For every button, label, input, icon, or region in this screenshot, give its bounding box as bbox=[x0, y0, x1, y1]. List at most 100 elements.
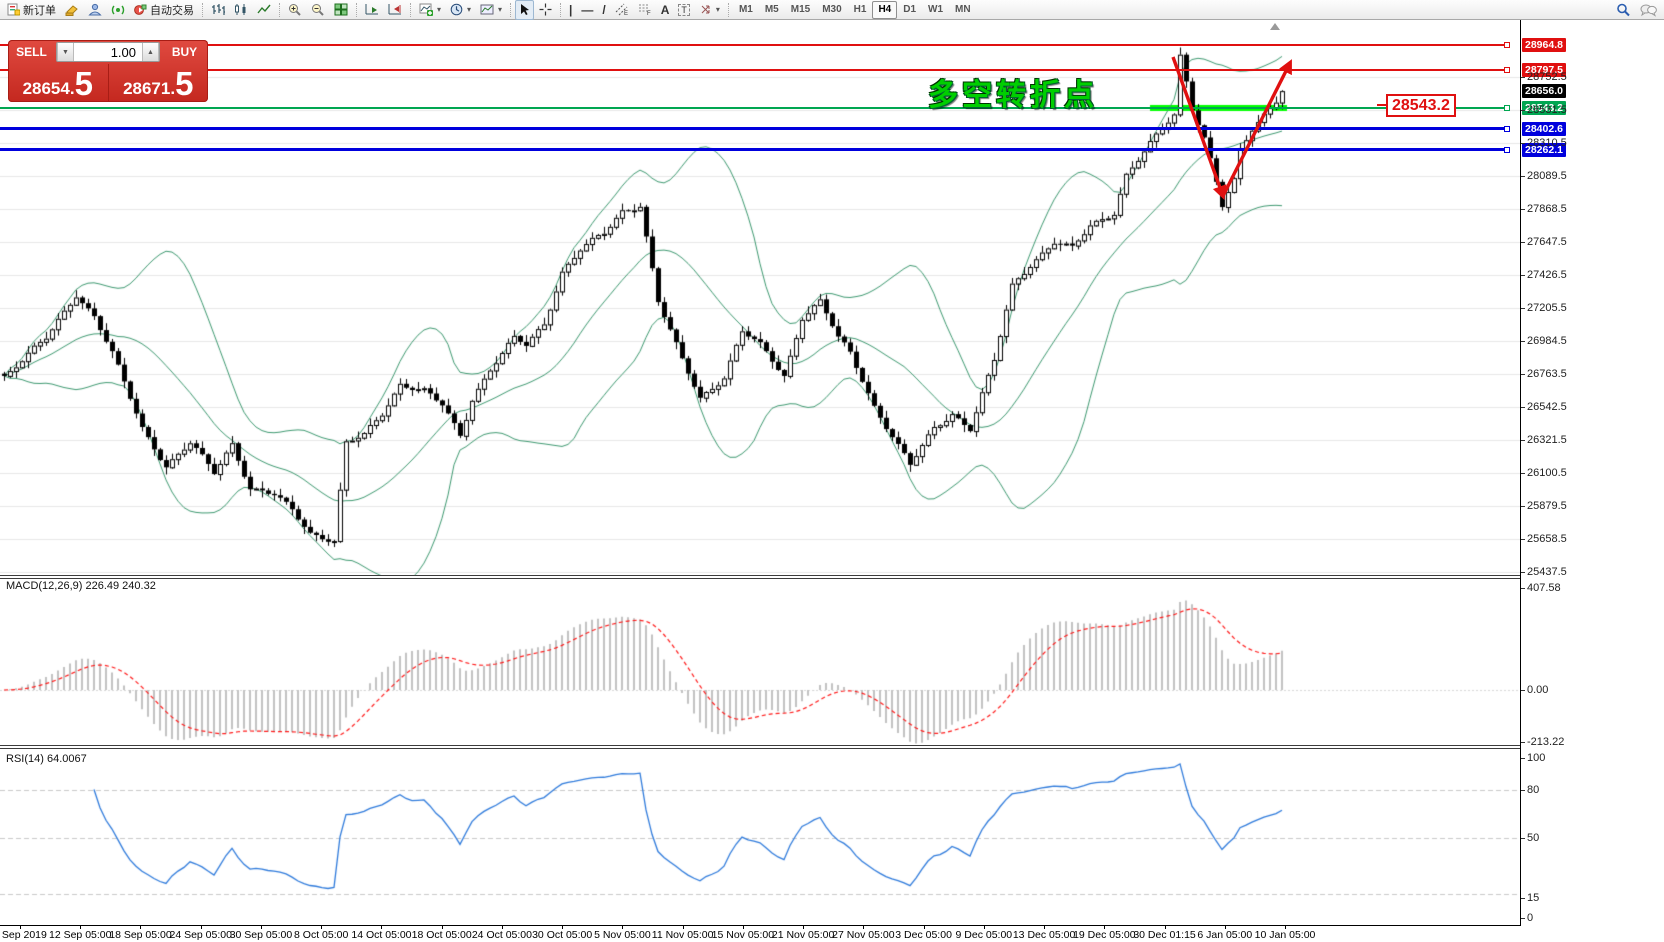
indicators-button[interactable]: ▾ bbox=[415, 0, 445, 20]
level-line[interactable] bbox=[0, 127, 1508, 130]
timeframe-button-m1[interactable]: M1 bbox=[733, 1, 759, 19]
time-axis-label: 21 Nov 05:00 bbox=[772, 929, 834, 941]
crosshair-tool-button[interactable] bbox=[535, 0, 556, 20]
chart-shift-marker[interactable] bbox=[1270, 23, 1280, 30]
price-chart-canvas[interactable] bbox=[0, 20, 1520, 925]
vline-tool-button[interactable]: | bbox=[565, 0, 576, 20]
templates-button[interactable]: ▾ bbox=[476, 0, 506, 20]
chat-button[interactable] bbox=[1636, 0, 1661, 20]
macd-tick-label: 0.00 bbox=[1527, 684, 1548, 696]
chart-shift-button[interactable] bbox=[384, 0, 406, 20]
cursor-tool-button[interactable] bbox=[515, 0, 534, 20]
price-tick-mark bbox=[1521, 473, 1525, 474]
zoom-out-button[interactable] bbox=[307, 0, 329, 20]
volume-down-button[interactable]: ▼ bbox=[57, 43, 74, 61]
timeframe-button-w1[interactable]: W1 bbox=[922, 1, 949, 19]
level-price-label: 28402.6 bbox=[1522, 122, 1566, 136]
tile-windows-button[interactable] bbox=[330, 0, 352, 20]
indicators-icon bbox=[419, 3, 433, 16]
arrows-tool-button[interactable]: ▾ bbox=[695, 0, 724, 20]
trendline-tool-button[interactable]: / bbox=[598, 0, 609, 20]
sell-price[interactable]: 28654 . 5 bbox=[8, 64, 109, 102]
price-tick-mark bbox=[1521, 242, 1525, 243]
level-handle[interactable] bbox=[1504, 105, 1510, 111]
one-click-trade-panel: SELL ▼ 1.00 ▲ BUY 28654 . 5 28671 . 5 bbox=[8, 40, 208, 102]
level-handle[interactable] bbox=[1504, 42, 1510, 48]
price-tick-label: 28089.5 bbox=[1527, 170, 1567, 182]
time-axis-label: 9 Dec 05:00 bbox=[956, 929, 1013, 941]
volume-input[interactable]: 1.00 bbox=[74, 43, 142, 61]
level-line[interactable] bbox=[0, 44, 1508, 46]
search-icon bbox=[1616, 3, 1631, 17]
price-tick-mark bbox=[1521, 275, 1525, 276]
text-tool-button[interactable]: A bbox=[657, 0, 674, 20]
time-axis-label: 3 Dec 05:00 bbox=[895, 929, 952, 941]
toolbar-separator bbox=[202, 3, 203, 17]
main-toolbar: 新订单 自动交易 ▾ ▾ bbox=[0, 0, 1664, 20]
price-tick-label: 26100.5 bbox=[1527, 467, 1567, 479]
line-chart-button[interactable] bbox=[253, 0, 275, 20]
macd-tick-mark bbox=[1521, 690, 1525, 691]
trendline-icon: / bbox=[602, 3, 605, 17]
level-line[interactable] bbox=[0, 148, 1508, 151]
price-tick-label: 26321.5 bbox=[1527, 434, 1567, 446]
price-tick-label: 28752.5 bbox=[1527, 71, 1567, 83]
volume-up-button[interactable]: ▲ bbox=[142, 43, 159, 61]
time-axis-label: 8 Oct 05:00 bbox=[294, 929, 348, 941]
timeframe-button-m5[interactable]: M5 bbox=[759, 1, 785, 19]
time-axis-label: 14 Oct 05:00 bbox=[351, 929, 411, 941]
level-handle[interactable] bbox=[1504, 67, 1510, 73]
level-handle[interactable] bbox=[1504, 126, 1510, 132]
bars-chart-icon bbox=[211, 3, 225, 16]
macd-panel-separator bbox=[0, 575, 1520, 579]
timeframe-button-m15[interactable]: M15 bbox=[785, 1, 816, 19]
candlestick-chart-icon bbox=[234, 3, 248, 16]
rsi-tick-mark bbox=[1521, 790, 1525, 791]
timeframe-button-mn[interactable]: MN bbox=[949, 1, 977, 19]
styles-icon bbox=[65, 3, 79, 16]
zoom-in-button[interactable] bbox=[284, 0, 306, 20]
toolbar-separator bbox=[560, 3, 561, 17]
price-tick-label: 27205.5 bbox=[1527, 302, 1567, 314]
channel-tool-button[interactable]: E bbox=[611, 0, 633, 20]
time-axis-label: 18 Oct 05:00 bbox=[412, 929, 472, 941]
price-tick-label: 27426.5 bbox=[1527, 269, 1567, 281]
level-handle[interactable] bbox=[1504, 147, 1510, 153]
rsi-tick-label: 0 bbox=[1527, 912, 1533, 924]
buy-price-big: 5 bbox=[175, 69, 193, 99]
time-axis-label: 15 Nov 05:00 bbox=[712, 929, 774, 941]
fibonacci-tool-button[interactable]: F bbox=[634, 0, 656, 20]
auto-scroll-button[interactable] bbox=[361, 0, 383, 20]
price-tag-dash bbox=[1377, 104, 1386, 106]
profile-button[interactable] bbox=[84, 0, 106, 20]
new-order-button[interactable]: 新订单 bbox=[3, 0, 60, 20]
timeframe-button-h1[interactable]: H1 bbox=[848, 1, 873, 19]
price-tick-label: 25658.5 bbox=[1527, 533, 1567, 545]
auto-trading-button[interactable]: 自动交易 bbox=[130, 0, 198, 20]
signal-button[interactable] bbox=[107, 0, 129, 20]
timeframe-button-m30[interactable]: M30 bbox=[816, 1, 847, 19]
level-price-label: 28964.8 bbox=[1522, 38, 1566, 52]
search-button[interactable] bbox=[1612, 0, 1635, 20]
level-line[interactable] bbox=[0, 69, 1508, 71]
price-tick-mark bbox=[1521, 209, 1525, 210]
price-tag[interactable]: 28543.2 bbox=[1386, 94, 1456, 117]
time-axis-label: 27 Nov 05:00 bbox=[832, 929, 894, 941]
timeframe-button-h4[interactable]: H4 bbox=[872, 1, 897, 19]
periods-button[interactable]: ▾ bbox=[446, 0, 475, 20]
time-axis-label: 10 Jan 05:00 bbox=[1255, 929, 1316, 941]
hline-tool-button[interactable]: — bbox=[577, 0, 597, 20]
level-line[interactable] bbox=[0, 107, 1508, 109]
buy-price[interactable]: 28671 . 5 bbox=[109, 64, 209, 102]
buy-button[interactable]: BUY bbox=[161, 40, 208, 64]
styles-button[interactable] bbox=[61, 0, 83, 20]
timeframe-button-d1[interactable]: D1 bbox=[897, 1, 922, 19]
time-axis-label: 30 Oct 05:00 bbox=[532, 929, 592, 941]
price-tick-mark bbox=[1521, 374, 1525, 375]
label-tool-button[interactable]: T bbox=[674, 0, 694, 20]
rsi-tick-mark bbox=[1521, 898, 1525, 899]
sell-button[interactable]: SELL bbox=[8, 40, 55, 64]
rsi-panel-separator bbox=[0, 745, 1520, 749]
bars-chart-button[interactable] bbox=[207, 0, 229, 20]
candlestick-chart-button[interactable] bbox=[230, 0, 252, 20]
